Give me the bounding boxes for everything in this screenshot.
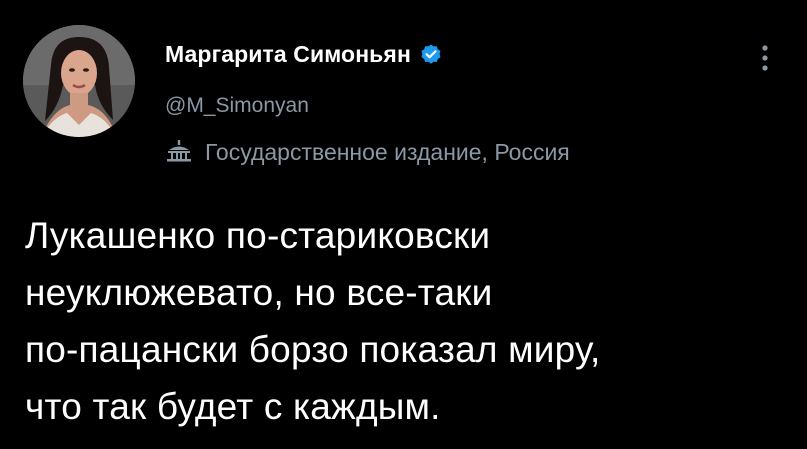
state-media-label[interactable]: Государственное издание, Россия: [165, 138, 570, 166]
tweet-card: Маргарита Симоньян @M_Simonyan Государст…: [0, 0, 807, 449]
author-display-name[interactable]: Маргарита Симоньян: [165, 41, 411, 68]
more-vertical-icon: [761, 43, 769, 78]
author-handle[interactable]: @M_Simonyan: [165, 94, 309, 118]
government-building-icon: [165, 138, 193, 166]
verified-badge-icon: [419, 43, 443, 67]
state-media-label-text: Государственное издание, Россия: [205, 138, 570, 165]
avatar[interactable]: [23, 25, 135, 137]
tweet-text: Лукашенко по-стариковски неуклюжевато, н…: [25, 215, 601, 427]
more-options-button[interactable]: [750, 40, 780, 80]
author-name-row: Маргарита Симоньян: [165, 41, 443, 68]
avatar-portrait: [23, 25, 135, 137]
